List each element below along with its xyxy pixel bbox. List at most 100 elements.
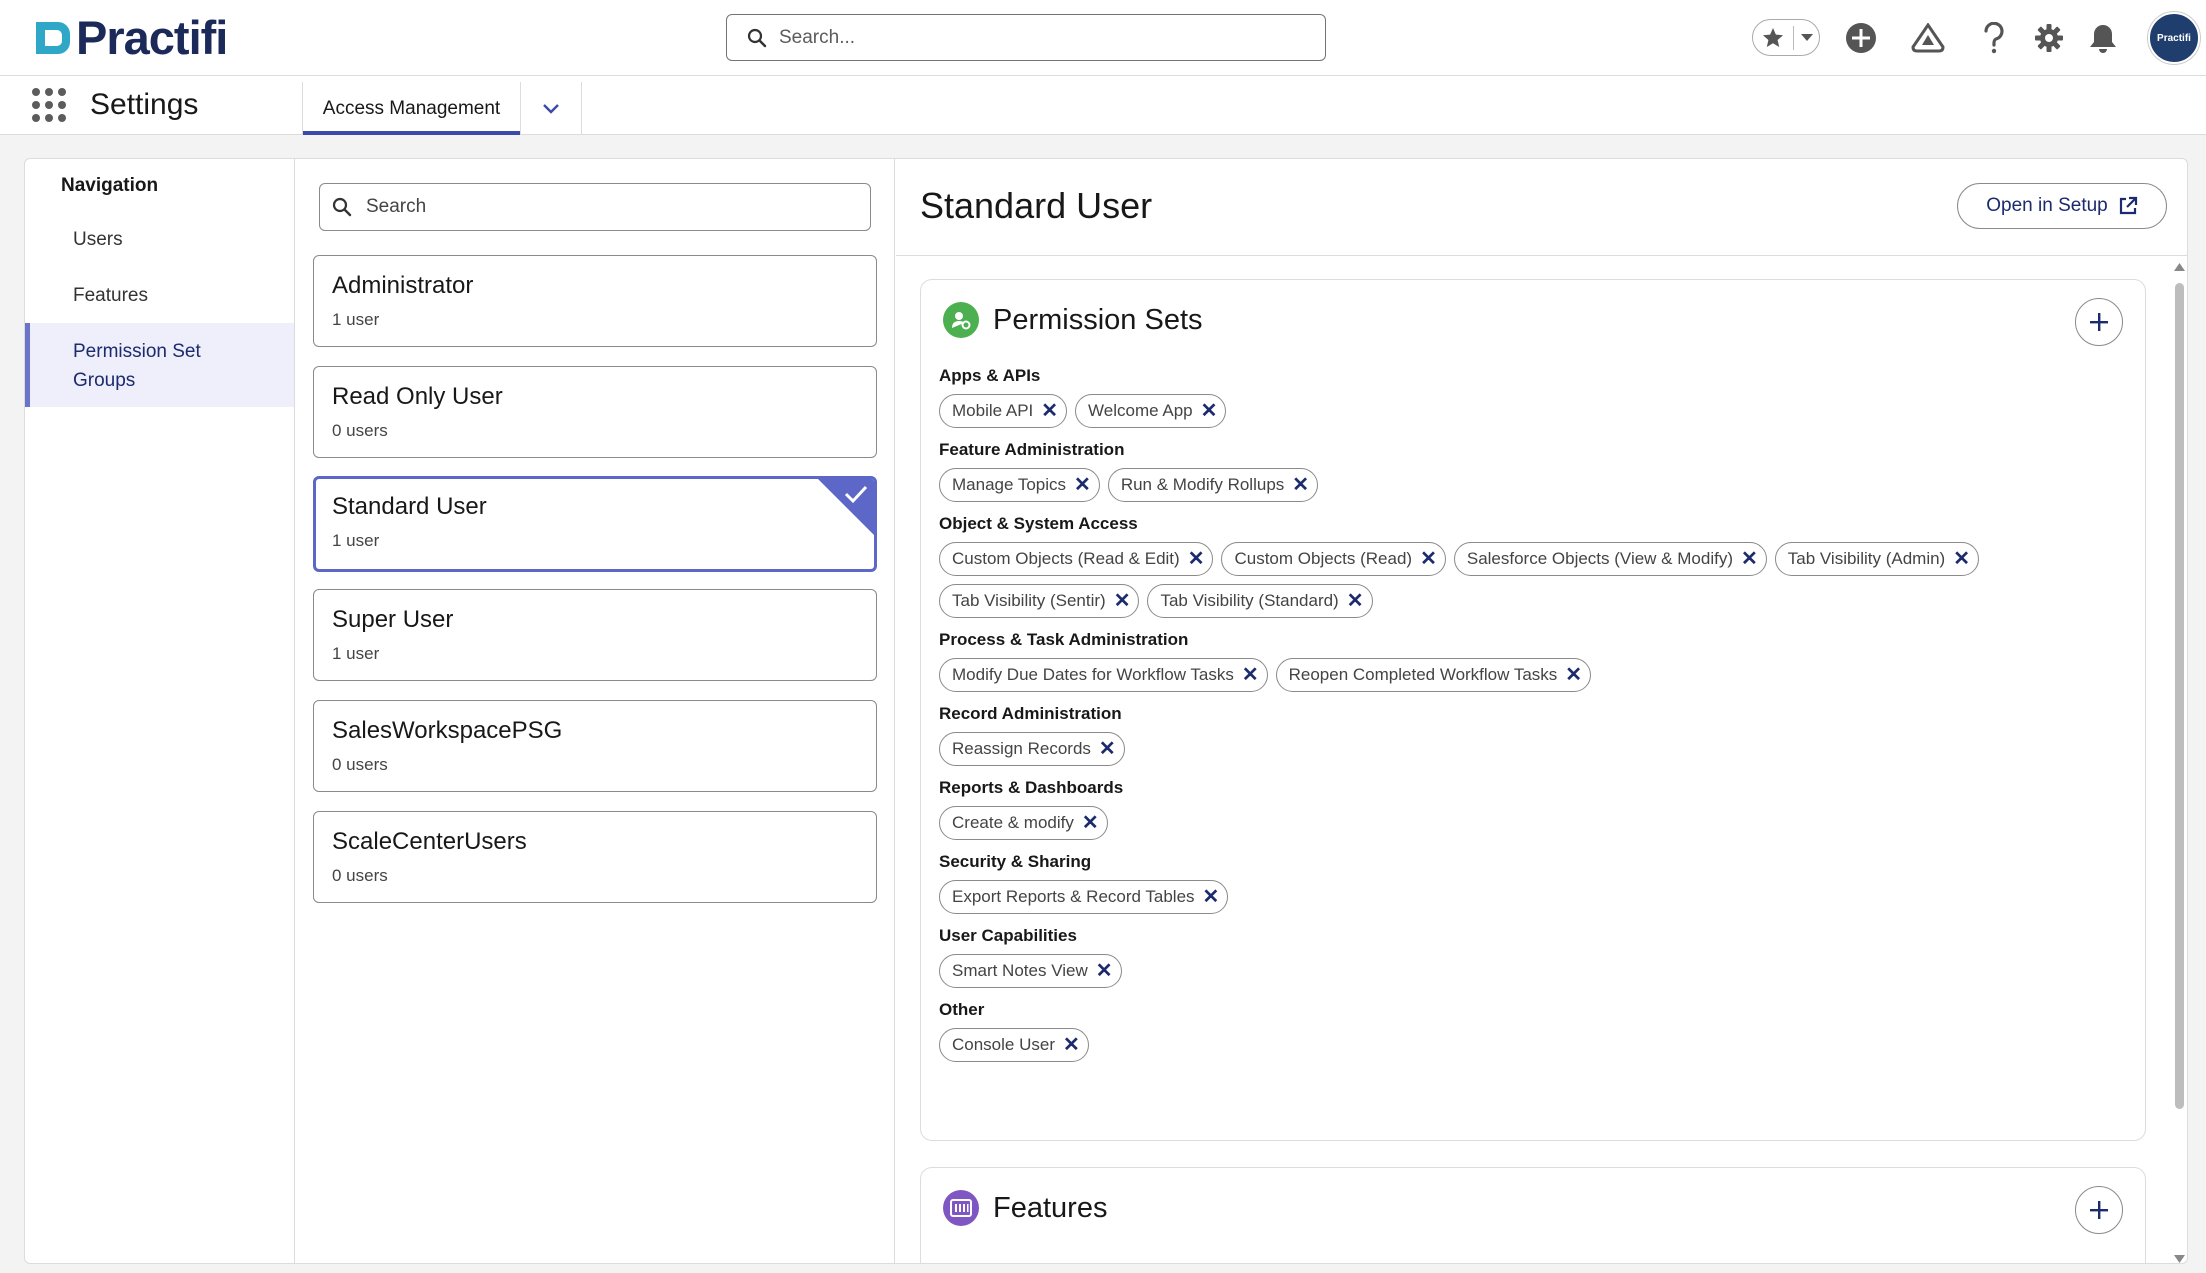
group-search-placeholder: Search <box>366 196 427 217</box>
group-card-read-only-user[interactable]: Read Only User 0 users <box>313 366 877 458</box>
permission-sets-header: Permission Sets <box>943 302 1203 338</box>
tab-access-management[interactable]: Access Management <box>302 82 520 135</box>
favorites-button[interactable] <box>1752 19 1820 56</box>
user-avatar[interactable]: Practifi <box>2148 12 2200 64</box>
features-header: Features <box>943 1190 1107 1226</box>
add-permission-set-button[interactable] <box>2075 298 2123 346</box>
group-card-scalecenterusers[interactable]: ScaleCenterUsers 0 users <box>313 811 877 903</box>
detail-scrollbar[interactable] <box>2170 263 2187 1263</box>
settings-navigation: Navigation Users Features Permission Set… <box>25 159 295 1263</box>
add-icon <box>2090 313 2108 331</box>
permission-sets-heading: Permission Sets <box>993 303 1203 336</box>
close-icon[interactable]: ✕ <box>1292 475 1309 495</box>
permission-pill: Export Reports & Record Tables ✕ <box>939 880 1229 914</box>
permission-pill: Console User ✕ <box>939 1028 1089 1062</box>
global-add-button[interactable] <box>1841 18 1881 58</box>
group-name: Read Only User <box>332 383 503 410</box>
group-card-salesworkspacepsg[interactable]: SalesWorkspacePSG 0 users <box>313 700 877 792</box>
group-name: Super User <box>332 606 454 633</box>
add-feature-button[interactable] <box>2075 1186 2123 1234</box>
category-label: Record Administration <box>939 704 1122 723</box>
permission-pill: Manage Topics ✕ <box>939 468 1100 502</box>
close-icon[interactable]: ✕ <box>1074 475 1091 495</box>
close-icon[interactable]: ✕ <box>1099 739 1116 759</box>
app-launcher-icon[interactable] <box>32 88 66 122</box>
group-name: Administrator <box>332 272 474 299</box>
permission-sets-icon <box>943 302 979 338</box>
open-in-setup-label: Open in Setup <box>1986 195 2108 216</box>
trailhead-button[interactable] <box>1908 18 1948 58</box>
close-icon[interactable]: ✕ <box>1347 591 1364 611</box>
features-section: Features <box>920 1167 2146 1263</box>
logo-text: Practifi <box>76 11 228 64</box>
permission-pill: Reopen Completed Workflow Tasks ✕ <box>1275 658 1592 692</box>
group-user-count: 1 user <box>332 531 380 550</box>
permission-pill: Tab Visibility (Sentir) ✕ <box>939 584 1140 618</box>
close-icon[interactable]: ✕ <box>1063 1035 1080 1055</box>
close-icon[interactable]: ✕ <box>1565 665 1582 685</box>
permission-pill: Smart Notes View ✕ <box>939 954 1122 988</box>
practifi-logo[interactable]: Practifi <box>32 11 228 64</box>
group-search-input[interactable]: Search <box>319 183 871 231</box>
add-icon <box>1846 23 1876 53</box>
permission-pill: Reassign Records ✕ <box>939 732 1125 766</box>
close-icon[interactable]: ✕ <box>1114 591 1131 611</box>
close-icon[interactable]: ✕ <box>1203 887 1220 907</box>
global-header: Practifi Search... Practifi <box>0 0 2206 76</box>
detail-title: Standard User <box>920 185 1153 226</box>
tab-menu-button[interactable] <box>520 82 582 135</box>
help-icon <box>1984 22 2004 54</box>
detail-divider <box>896 255 2187 256</box>
category-label: Feature Administration <box>939 440 1125 459</box>
permission-set-categories: Apps & APIs Mobile API ✕ Welcome App ✕ Fea… <box>939 366 2129 1074</box>
external-link-icon <box>2119 196 2137 215</box>
close-icon[interactable]: ✕ <box>1420 549 1437 569</box>
nav-item-users[interactable]: Users <box>25 229 294 251</box>
category-label: Reports & Dashboards <box>939 778 1124 797</box>
category-label: Apps & APIs <box>939 366 1041 385</box>
permission-pill: Custom Objects (Read) ✕ <box>1221 542 1446 576</box>
star-icon <box>1763 27 1783 47</box>
group-detail-pane: Standard User Open in Setup Permission S… <box>896 159 2187 1263</box>
nav-item-permission-set-groups[interactable]: Permission Set Groups <box>25 323 294 407</box>
features-heading: Features <box>993 1191 1108 1224</box>
group-card-standard-user[interactable]: Standard User 1 user <box>313 476 877 572</box>
scrollbar-thumb[interactable] <box>2175 283 2184 1109</box>
permission-pill: Mobile API ✕ <box>939 394 1068 428</box>
close-icon[interactable]: ✕ <box>1188 549 1205 569</box>
permission-sets-section: Permission Sets Apps & APIs Mobile API ✕ … <box>920 279 2146 1141</box>
group-user-count: 0 users <box>332 421 388 440</box>
global-search-input[interactable]: Search... <box>726 14 1326 61</box>
features-icon <box>943 1190 979 1226</box>
group-user-count: 1 user <box>332 310 380 329</box>
nav-item-features[interactable]: Features <box>25 285 294 307</box>
group-name: SalesWorkspacePSG <box>332 717 563 744</box>
close-icon[interactable]: ✕ <box>1741 549 1758 569</box>
permission-pill: Tab Visibility (Admin) ✕ <box>1774 542 1979 576</box>
setup-button[interactable] <box>2029 18 2069 58</box>
group-name: Standard User <box>332 493 487 520</box>
open-in-setup-button[interactable]: Open in Setup <box>1957 183 2167 229</box>
notifications-button[interactable] <box>2083 18 2123 58</box>
close-icon[interactable]: ✕ <box>1242 665 1259 685</box>
close-icon[interactable]: ✕ <box>1082 813 1099 833</box>
group-card-administrator[interactable]: Administrator 1 user <box>313 255 877 347</box>
practifi-logo-mark-icon <box>36 22 70 54</box>
group-card-super-user[interactable]: Super User 1 user <box>313 589 877 681</box>
category-label: Object & System Access <box>939 514 1138 533</box>
close-icon[interactable]: ✕ <box>1041 401 1058 421</box>
chevron-down-icon[interactable] <box>1800 33 1814 43</box>
bell-icon <box>2090 25 2116 53</box>
close-icon[interactable]: ✕ <box>1953 549 1970 569</box>
permission-pill: Modify Due Dates for Workflow Tasks ✕ <box>939 658 1268 692</box>
chevron-down-icon <box>543 103 559 114</box>
search-icon <box>747 28 767 47</box>
close-icon[interactable]: ✕ <box>1096 961 1113 981</box>
category-label: Process & Task Administration <box>939 630 1189 649</box>
permission-pill: Custom Objects (Read & Edit) ✕ <box>939 542 1214 576</box>
close-icon[interactable]: ✕ <box>1201 401 1218 421</box>
checkmark-icon <box>844 485 868 504</box>
permission-set-group-list: Search Administrator 1 user Read Only Us… <box>295 159 895 1263</box>
category-label: Security & Sharing <box>939 852 1092 871</box>
help-button[interactable] <box>1974 18 2014 58</box>
